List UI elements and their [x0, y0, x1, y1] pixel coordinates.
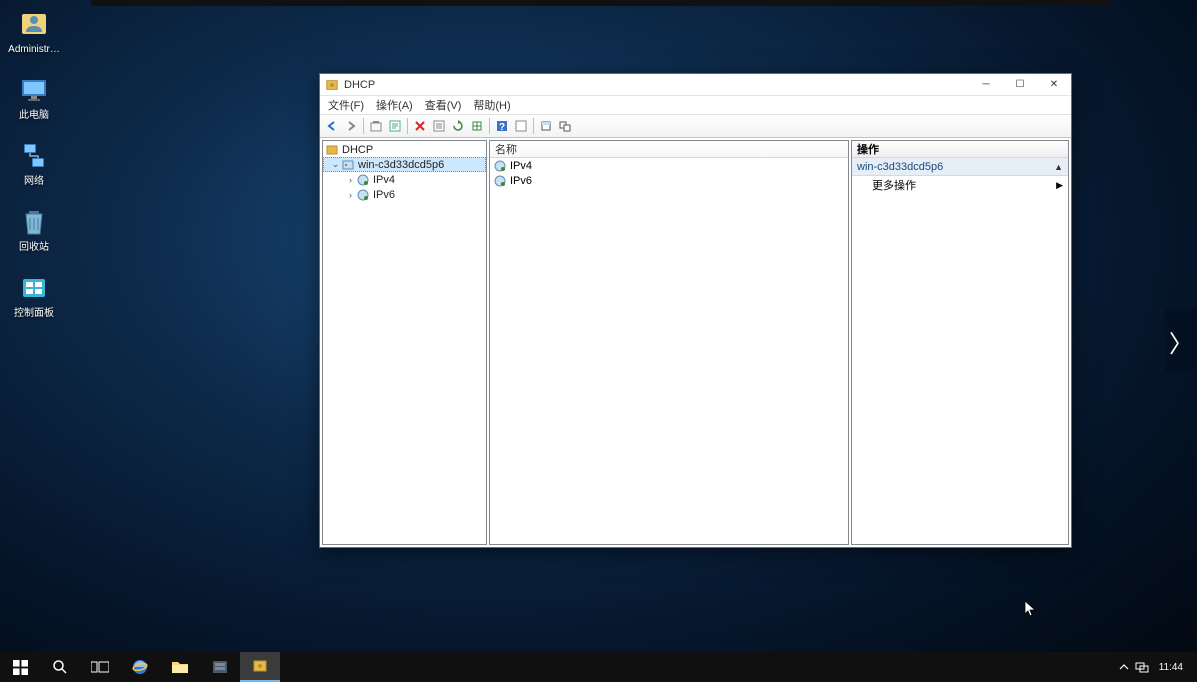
ipv6-icon — [493, 174, 507, 188]
forward-button[interactable] — [342, 117, 360, 135]
action-more-label: 更多操作 — [872, 177, 916, 193]
window-body: DHCP ⌄ win-c3d33dcd5p6 › IPv4 › IPv6 名称 — [320, 138, 1071, 547]
toolbar-separator — [407, 118, 408, 134]
server-icon — [341, 158, 355, 172]
tray-chevron-up[interactable] — [1115, 652, 1133, 682]
system-tray: 11:44 — [1115, 652, 1197, 682]
tree-label: IPv6 — [373, 189, 395, 201]
manage-server-button[interactable] — [556, 117, 574, 135]
toolbar-separator — [489, 118, 490, 134]
actions-server-section[interactable]: win-c3d33dcd5p6 ▲ — [852, 158, 1068, 176]
minimize-button[interactable]: ─ — [969, 74, 1003, 95]
search-button[interactable] — [40, 652, 80, 682]
up-button[interactable] — [367, 117, 385, 135]
tree-panel[interactable]: DHCP ⌄ win-c3d33dcd5p6 › IPv4 › IPv6 — [322, 140, 487, 545]
back-button[interactable] — [323, 117, 341, 135]
taskbar-ie[interactable] — [120, 652, 160, 682]
action-panel: 操作 win-c3d33dcd5p6 ▲ 更多操作 ▶ — [851, 140, 1069, 545]
desktop-icon-label: 控制面板 — [4, 308, 64, 320]
menubar: 文件(F) 操作(A) 查看(V) 帮助(H) — [320, 96, 1071, 114]
tree-ipv4[interactable]: › IPv4 — [323, 172, 486, 187]
control-panel-icon — [18, 272, 50, 304]
desktop-icon-label: 网络 — [4, 176, 64, 188]
dhcp-icon — [325, 143, 339, 157]
collapse-icon: ▲ — [1054, 162, 1063, 172]
list-column-name[interactable]: 名称 — [490, 141, 848, 158]
actions-server-label: win-c3d33dcd5p6 — [857, 161, 943, 173]
help-button[interactable]: ? — [493, 117, 511, 135]
user-icon — [18, 8, 50, 40]
desktop-icon-label: Administr… — [4, 44, 64, 56]
tree-label: win-c3d33dcd5p6 — [358, 159, 444, 171]
taskbar-server-manager[interactable] — [200, 652, 240, 682]
tree-server[interactable]: ⌄ win-c3d33dcd5p6 — [323, 157, 486, 172]
taskbar-explorer[interactable] — [160, 652, 200, 682]
properties-button[interactable] — [386, 117, 404, 135]
network-icon — [18, 140, 50, 172]
close-button[interactable]: ✕ — [1037, 74, 1071, 95]
export-list-button[interactable] — [430, 117, 448, 135]
dhcp-app-icon — [325, 78, 339, 92]
taskbar-clock[interactable]: 11:44 — [1151, 662, 1191, 673]
tree-label: DHCP — [342, 144, 373, 156]
desktop-icon-control-panel[interactable]: 控制面板 — [4, 272, 64, 320]
list-panel[interactable]: 名称 IPv4 IPv6 — [489, 140, 849, 545]
mouse-cursor — [1025, 601, 1037, 619]
taskbar: 11:44 — [0, 652, 1197, 682]
toolbar-separator — [363, 118, 364, 134]
actions-header: 操作 — [852, 141, 1068, 158]
menu-view[interactable]: 查看(V) — [422, 96, 465, 114]
action-more[interactable]: 更多操作 ▶ — [852, 176, 1068, 194]
clock-time: 11:44 — [1159, 662, 1183, 673]
toolbar-separator — [533, 118, 534, 134]
tree-label: IPv4 — [373, 174, 395, 186]
maximize-button[interactable]: ☐ — [1003, 74, 1037, 95]
svg-text:?: ? — [499, 122, 505, 133]
menu-file[interactable]: 文件(F) — [325, 96, 367, 114]
menu-action[interactable]: 操作(A) — [373, 96, 416, 114]
tree-ipv6[interactable]: › IPv6 — [323, 187, 486, 202]
top-bar — [91, 0, 1109, 6]
desktop-icon-administrator[interactable]: Administr… — [4, 8, 64, 56]
desktop-icon-this-pc[interactable]: 此电脑 — [4, 74, 64, 122]
export-button[interactable] — [468, 117, 486, 135]
desktop-icon-label: 此电脑 — [4, 110, 64, 122]
toolbar: ? — [320, 114, 1071, 138]
ipv6-icon — [356, 188, 370, 202]
monitor-icon — [18, 74, 50, 106]
desktop: Administr… 此电脑 网络 回收站 控制面板 — [4, 8, 64, 338]
tree-root-dhcp[interactable]: DHCP — [323, 142, 486, 157]
refresh-button[interactable] — [449, 117, 467, 135]
tray-network-icon[interactable] — [1133, 652, 1151, 682]
list-item-ipv4[interactable]: IPv4 — [490, 158, 848, 173]
delete-button[interactable] — [411, 117, 429, 135]
task-view-button[interactable] — [80, 652, 120, 682]
list-item-label: IPv6 — [510, 175, 532, 187]
next-slide-button[interactable]: 〉 — [1165, 309, 1197, 373]
desktop-icon-recycle-bin[interactable]: 回收站 — [4, 206, 64, 254]
expander-icon[interactable]: › — [345, 175, 356, 185]
ipv4-icon — [493, 159, 507, 173]
start-button[interactable] — [0, 652, 40, 682]
desktop-icon-label: 回收站 — [4, 242, 64, 254]
dhcp-window: DHCP ─ ☐ ✕ 文件(F) 操作(A) 查看(V) 帮助(H) ? — [319, 73, 1072, 548]
list-item-label: IPv4 — [510, 160, 532, 172]
ipv4-icon — [356, 173, 370, 187]
taskbar-dhcp[interactable] — [240, 652, 280, 682]
submenu-arrow-icon: ▶ — [1056, 180, 1063, 191]
list-item-ipv6[interactable]: IPv6 — [490, 173, 848, 188]
window-title: DHCP — [344, 79, 969, 91]
titlebar[interactable]: DHCP ─ ☐ ✕ — [320, 74, 1071, 96]
recycle-bin-icon — [18, 206, 50, 238]
expander-icon[interactable]: › — [345, 190, 356, 200]
desktop-icon-network[interactable]: 网络 — [4, 140, 64, 188]
options-button[interactable] — [512, 117, 530, 135]
menu-help[interactable]: 帮助(H) — [470, 96, 513, 114]
expander-icon[interactable]: ⌄ — [330, 159, 341, 170]
add-server-button[interactable] — [537, 117, 555, 135]
